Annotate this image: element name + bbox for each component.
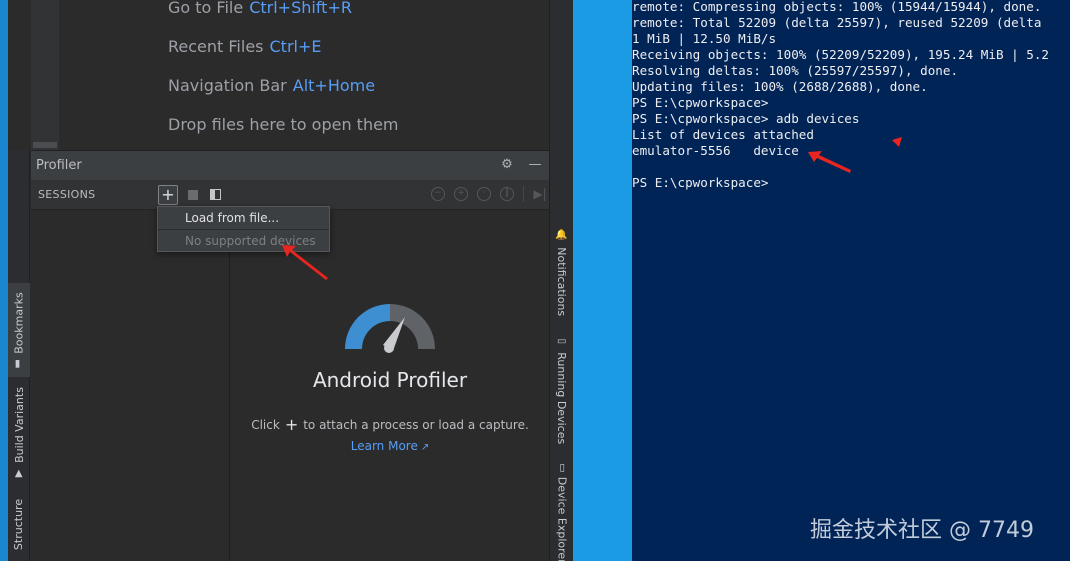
terminal-line: Updating files: 100% (2688/2688), done.: [632, 79, 928, 94]
bookmark-icon: ▮: [14, 358, 21, 370]
profiler-header: Profiler ⚙ —: [31, 151, 549, 180]
annotation-arrow-device: [808, 151, 851, 173]
tab-notifications[interactable]: 🔔 Notifications: [550, 226, 573, 318]
shortcut-navigation-bar: Alt+Home: [292, 76, 376, 95]
device-mirror-icon: ▭: [557, 335, 567, 347]
timeline-controls: − + ◦ ‖ ▶|: [431, 186, 547, 202]
reset-zoom-icon[interactable]: ◦: [477, 187, 491, 201]
sessions-label: SESSIONS: [38, 188, 96, 201]
shortcut-recent-files: Ctrl+E: [269, 37, 322, 56]
external-link-icon: ↗: [420, 442, 430, 453]
terminal-line: emulator-5556 device: [632, 143, 799, 158]
tab-device-explorer-label: Device Explorer: [555, 476, 569, 561]
zoom-out-icon[interactable]: −: [431, 187, 445, 201]
pause-icon[interactable]: ‖: [500, 187, 514, 201]
tab-bookmarks[interactable]: ▮ Bookmarks: [8, 283, 30, 377]
right-tool-strip: 🔔 Notifications ▭ Running Devices ▯ Device …: [549, 0, 573, 561]
tab-build-variants[interactable]: ▲ Build Variants: [8, 384, 30, 480]
zoom-in-icon[interactable]: +: [454, 187, 468, 201]
terminal-line: remote: Compressing objects: 100% (15944…: [632, 0, 1042, 14]
tab-running-devices-label: Running Devices: [555, 351, 569, 444]
tab-build-variants-label: Build Variants: [12, 386, 26, 463]
terminal-line: Receiving objects: 100% (52209/52209), 1…: [632, 47, 1050, 62]
android-profiler-gauge-icon: [345, 304, 435, 353]
toggle-sessions-panel-button[interactable]: [210, 189, 221, 200]
terminal-line: Resolving deltas: 100% (25597/25597), do…: [632, 63, 959, 78]
tab-bookmarks-label: Bookmarks: [12, 291, 26, 354]
terminal-line: PS E:\cpworkspace>: [632, 95, 769, 110]
shortcut-go-to-file: Ctrl+Shift+R: [249, 0, 352, 17]
bell-icon: 🔔: [555, 229, 569, 241]
menu-item-load-from-file[interactable]: Load from file...: [158, 207, 329, 229]
profiler-main-pane: Android Profiler Click + to attach a proce…: [231, 211, 549, 561]
minimize-icon[interactable]: —: [527, 157, 543, 173]
android-profiler-title: Android Profiler: [312, 368, 468, 392]
tab-structure[interactable]: Structure: [8, 494, 30, 554]
tab-structure-label: Structure: [12, 498, 26, 550]
desktop-edge-left: [0, 0, 8, 561]
tab-device-explorer[interactable]: ▯ Device Explorer: [550, 462, 573, 561]
profiler-title: Profiler: [36, 158, 82, 173]
desktop-background: [573, 0, 632, 561]
hint-go-to-file: Go to File Ctrl+Shift+R: [168, 0, 352, 17]
terminal-line: 1 MiB | 12.50 MiB/s: [632, 31, 777, 46]
profiler-tool-window: Profiler ⚙ — SESSIONS + − + ◦ ‖ ▶| Load …: [31, 150, 549, 561]
editor-gutter: [31, 0, 59, 150]
hint-navigation-bar: Navigation Bar Alt+Home: [168, 76, 376, 95]
go-live-icon[interactable]: ▶|: [533, 187, 547, 201]
plus-icon: +: [284, 415, 299, 434]
gear-icon[interactable]: ⚙: [499, 157, 515, 173]
terminal-line: PS E:\cpworkspace> adb devices: [632, 111, 860, 126]
terminal-line: PS E:\cpworkspace>: [632, 175, 769, 190]
terminal-line: List of devices attached: [632, 127, 814, 142]
powershell-terminal[interactable]: remote: Compressing objects: 100% (15944…: [632, 0, 1070, 561]
editor-welcome-area: Go to File Ctrl+Shift+R Recent Files Ctrl+…: [31, 0, 549, 150]
tab-notifications-label: Notifications: [555, 246, 569, 316]
terminal-line: remote: Total 52209 (delta 25597), reuse…: [632, 15, 1042, 30]
stop-session-button[interactable]: [188, 190, 198, 200]
add-session-button[interactable]: +: [158, 185, 178, 205]
android-icon: ▲: [14, 467, 23, 479]
left-tool-strip: ▮ Bookmarks ▲ Build Variants Structure: [8, 0, 30, 561]
attach-instructions: Click + to attach a process or load a capt…: [251, 415, 529, 434]
sessions-list: [31, 211, 230, 561]
hint-drop-files: Drop files here to open them: [168, 115, 399, 134]
watermark: 掘金技术社区 @ 7749: [810, 518, 1034, 543]
hint-recent-files: Recent Files Ctrl+E: [168, 37, 322, 56]
annotation-arrow-mark: [892, 137, 902, 147]
learn-more-link[interactable]: Learn More ↗: [231, 439, 549, 453]
annotation-arrow-dropdown: [282, 245, 328, 280]
phone-icon: ▯: [559, 462, 565, 474]
tab-running-devices[interactable]: ▭ Running Devices: [550, 334, 573, 446]
